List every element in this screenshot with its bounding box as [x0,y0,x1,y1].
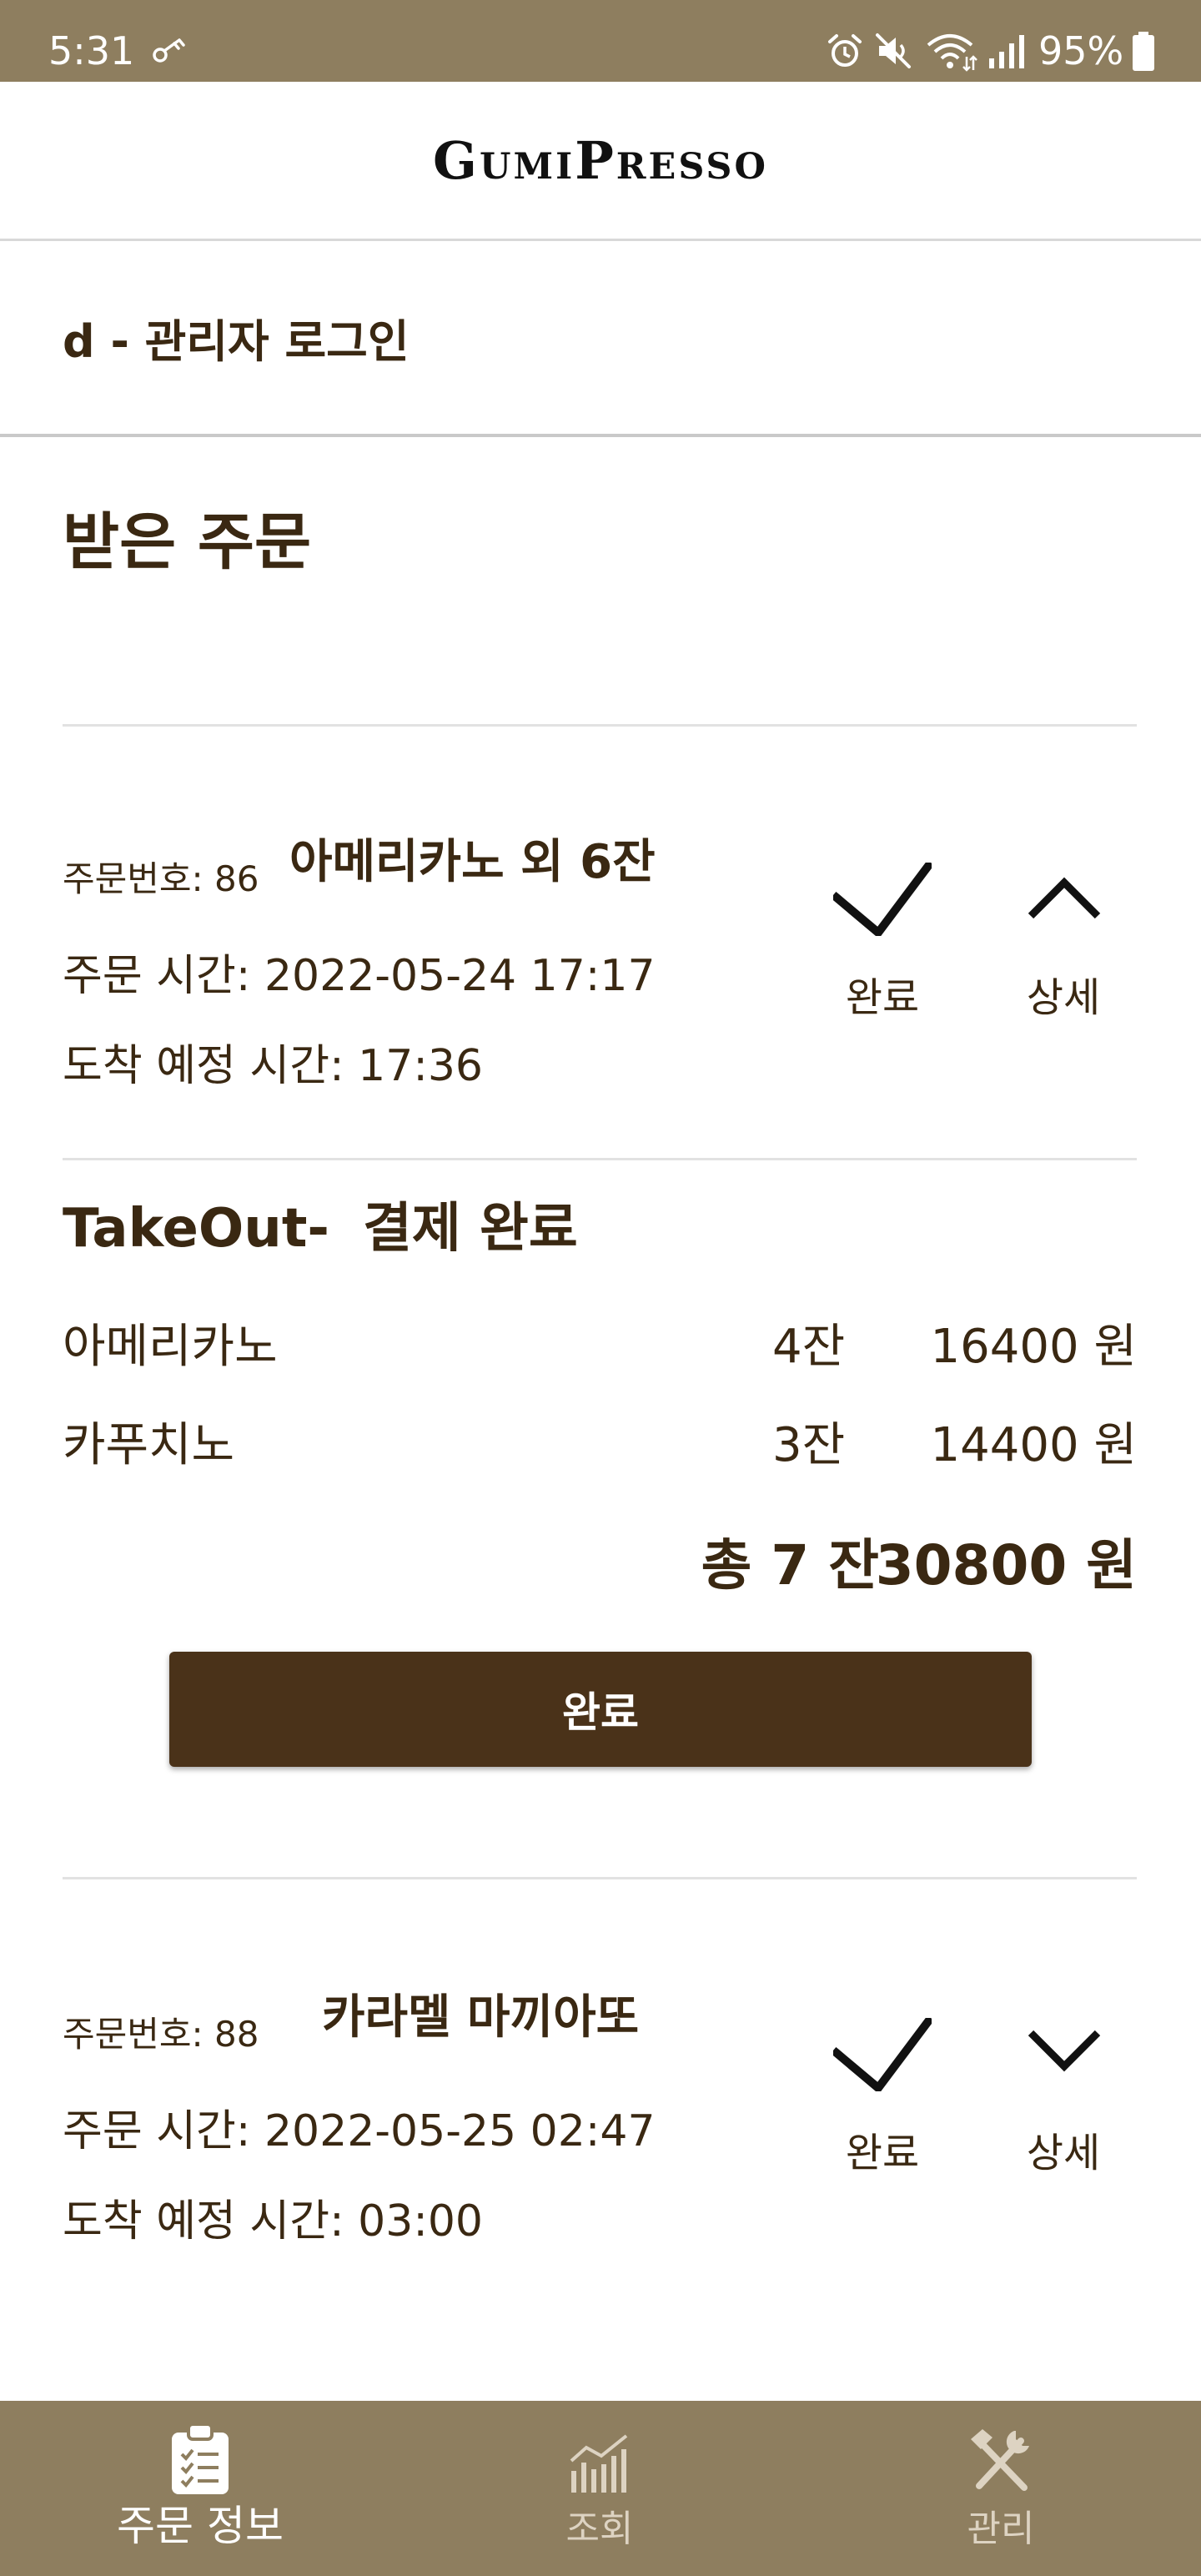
nav-item-manage[interactable]: 관리 [901,2401,1101,2576]
item-price: 14400 원 [930,1418,1137,1472]
admin-login-row[interactable]: d - 관리자 로그인 [0,241,1201,437]
payment-status: 결제 완료 [363,1198,578,1260]
order-summary: 아메리카노 외 6잔 [289,835,656,889]
order-summary: 카라멜 마끼아또 [322,1990,640,2045]
nav-item-order-info[interactable]: 주문 정보 [67,2401,334,2576]
total-quantity: 총 7 잔 [701,1533,879,1597]
alarm-icon [827,33,863,70]
complete-button[interactable]: 완료 [169,1652,1032,1767]
order-number: 주문번호: 86 [63,858,259,899]
nav-label: 관리 [967,2508,1035,2550]
item-name: 카푸치노 [63,1418,235,1472]
chart-icon [568,2433,631,2494]
item-quantity: 4잔 [772,1320,846,1374]
detail-toggle-button[interactable]: 상세 [997,859,1130,1026]
order-time: 주문 시간: 2022-05-25 02:47 [63,2106,656,2156]
order-time: 주문 시간: 2022-05-24 17:17 [63,951,656,1001]
wifi-icon [925,32,978,72]
app-title: GumiPresso [433,129,768,191]
app-header: GumiPresso [0,82,1201,241]
detail-label: 상세 [1026,2130,1101,2176]
divider [63,724,1137,727]
item-quantity: 3잔 [772,1418,846,1472]
page-title: 받은 주문 [63,506,312,578]
complete-order-button[interactable]: 완료 [816,2015,949,2181]
item-name: 아메리카노 [63,1320,278,1374]
complete-order-button[interactable]: 완료 [816,859,949,1026]
clipboard-icon [170,2424,230,2496]
order-number: 주문번호: 88 [63,2014,259,2055]
divider [63,1158,1137,1160]
complete-label: 완료 [845,2130,920,2176]
arrival-time: 도착 예정 시간: 03:00 [63,2196,484,2246]
mute-icon [874,32,912,70]
divider [63,1877,1137,1879]
arrival-time: 도착 예정 시간: 17:36 [63,1041,484,1091]
total-price: 30800 원 [875,1533,1137,1597]
nav-label: 주문 정보 [117,2502,284,2550]
status-bar: 5:31 95% [0,0,1201,82]
bottom-nav: 주문 정보 조회 관리 [0,2401,1201,2576]
detail-toggle-button[interactable]: 상세 [997,2015,1130,2181]
battery-percent: 95% [1038,28,1124,73]
tools-icon [969,2428,1033,2493]
detail-label: 상세 [1026,974,1101,1021]
check-icon [833,2018,932,2091]
admin-login-label: d - 관리자 로그인 [63,315,410,368]
complete-label: 완료 [845,974,920,1021]
battery-icon [1132,32,1155,72]
vpn-key-icon [151,35,188,65]
check-icon [833,863,932,936]
chevron-up-icon [1028,874,1101,921]
chevron-down-icon [1028,2028,1101,2075]
nav-label: 조회 [565,2508,634,2550]
signal-icon [987,33,1028,70]
item-price: 16400 원 [930,1320,1137,1374]
nav-item-lookup[interactable]: 조회 [500,2401,700,2576]
status-time: 5:31 [48,28,135,73]
order-type: TakeOut- [63,1198,329,1260]
